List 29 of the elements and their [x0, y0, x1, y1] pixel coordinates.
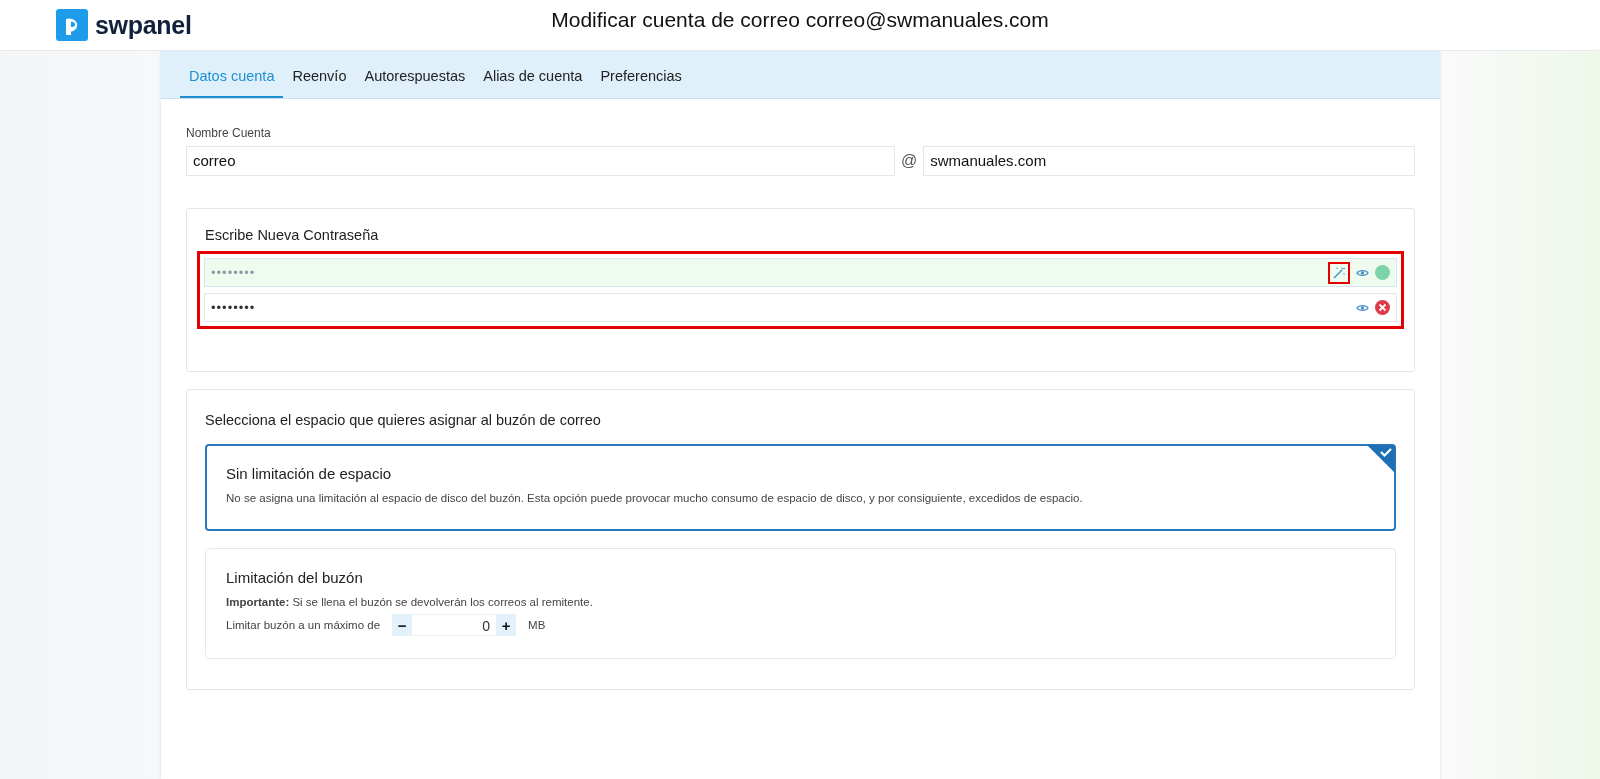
at-sign: @	[901, 152, 918, 170]
tab[interactable]: Preferencias	[591, 68, 691, 98]
option-description: Importante: Si se llena el buzón se devolverán los correos al remitente.	[226, 596, 594, 608]
option-card[interactable]: Limitación del buzón Importante: Si se llena el buzón se devolverán los correos al remitente. Limitar buzón a un máximo de − 0 + MB	[205, 548, 1396, 659]
unit-label: MB	[528, 619, 546, 631]
tab[interactable]: Alias de cuenta	[474, 68, 592, 98]
option-title: Sin limitación de espacio	[226, 465, 392, 482]
option-description: No se asigna una limitación al espacio de disco del buzón. Esta opción puede provocar mucho consumo de espacio de disco, y por consiguiente, excedidos de espacio.	[226, 492, 1084, 504]
tab[interactable]: Autorespuestas	[355, 68, 475, 98]
option-card[interactable]: Sin limitación de espacio No se asigna una limitación al espacio de disco del buzón. Esta opción puede provocar mucho consumo de espacio de disco, y por consiguiente, excedidos de espacio.	[205, 444, 1396, 531]
show-password-icon[interactable]	[1356, 302, 1369, 313]
show-password-icon[interactable]	[1356, 267, 1369, 278]
increment-button[interactable]: +	[496, 614, 517, 636]
page-title: Modificar cuenta de correo correo@swmanuales.com	[551, 8, 1049, 31]
check-corner-icon	[1367, 445, 1395, 473]
tab[interactable]: Reenvío	[283, 68, 356, 98]
section-title: Escribe Nueva Contraseña	[205, 227, 379, 243]
account-name-field[interactable]: correo	[186, 146, 895, 176]
decrement-button[interactable]: −	[392, 614, 413, 636]
section-title: Selecciona el espacio que quieres asignar al buzón de correo	[205, 412, 601, 428]
magic-wand-icon	[1333, 266, 1345, 279]
field-label: Nombre Cuenta	[186, 126, 271, 140]
option-title: Limitación del buzón	[226, 569, 363, 586]
domain-field[interactable]: swmanuales.com	[923, 146, 1415, 176]
brand-logo-icon	[56, 9, 88, 41]
password-field[interactable]: ••••••••	[204, 293, 1397, 322]
generate-password-button[interactable]	[1328, 261, 1350, 284]
limit-label: Limitar buzón a un máximo de	[226, 619, 381, 631]
brand-name[interactable]: swpanel	[95, 10, 192, 40]
